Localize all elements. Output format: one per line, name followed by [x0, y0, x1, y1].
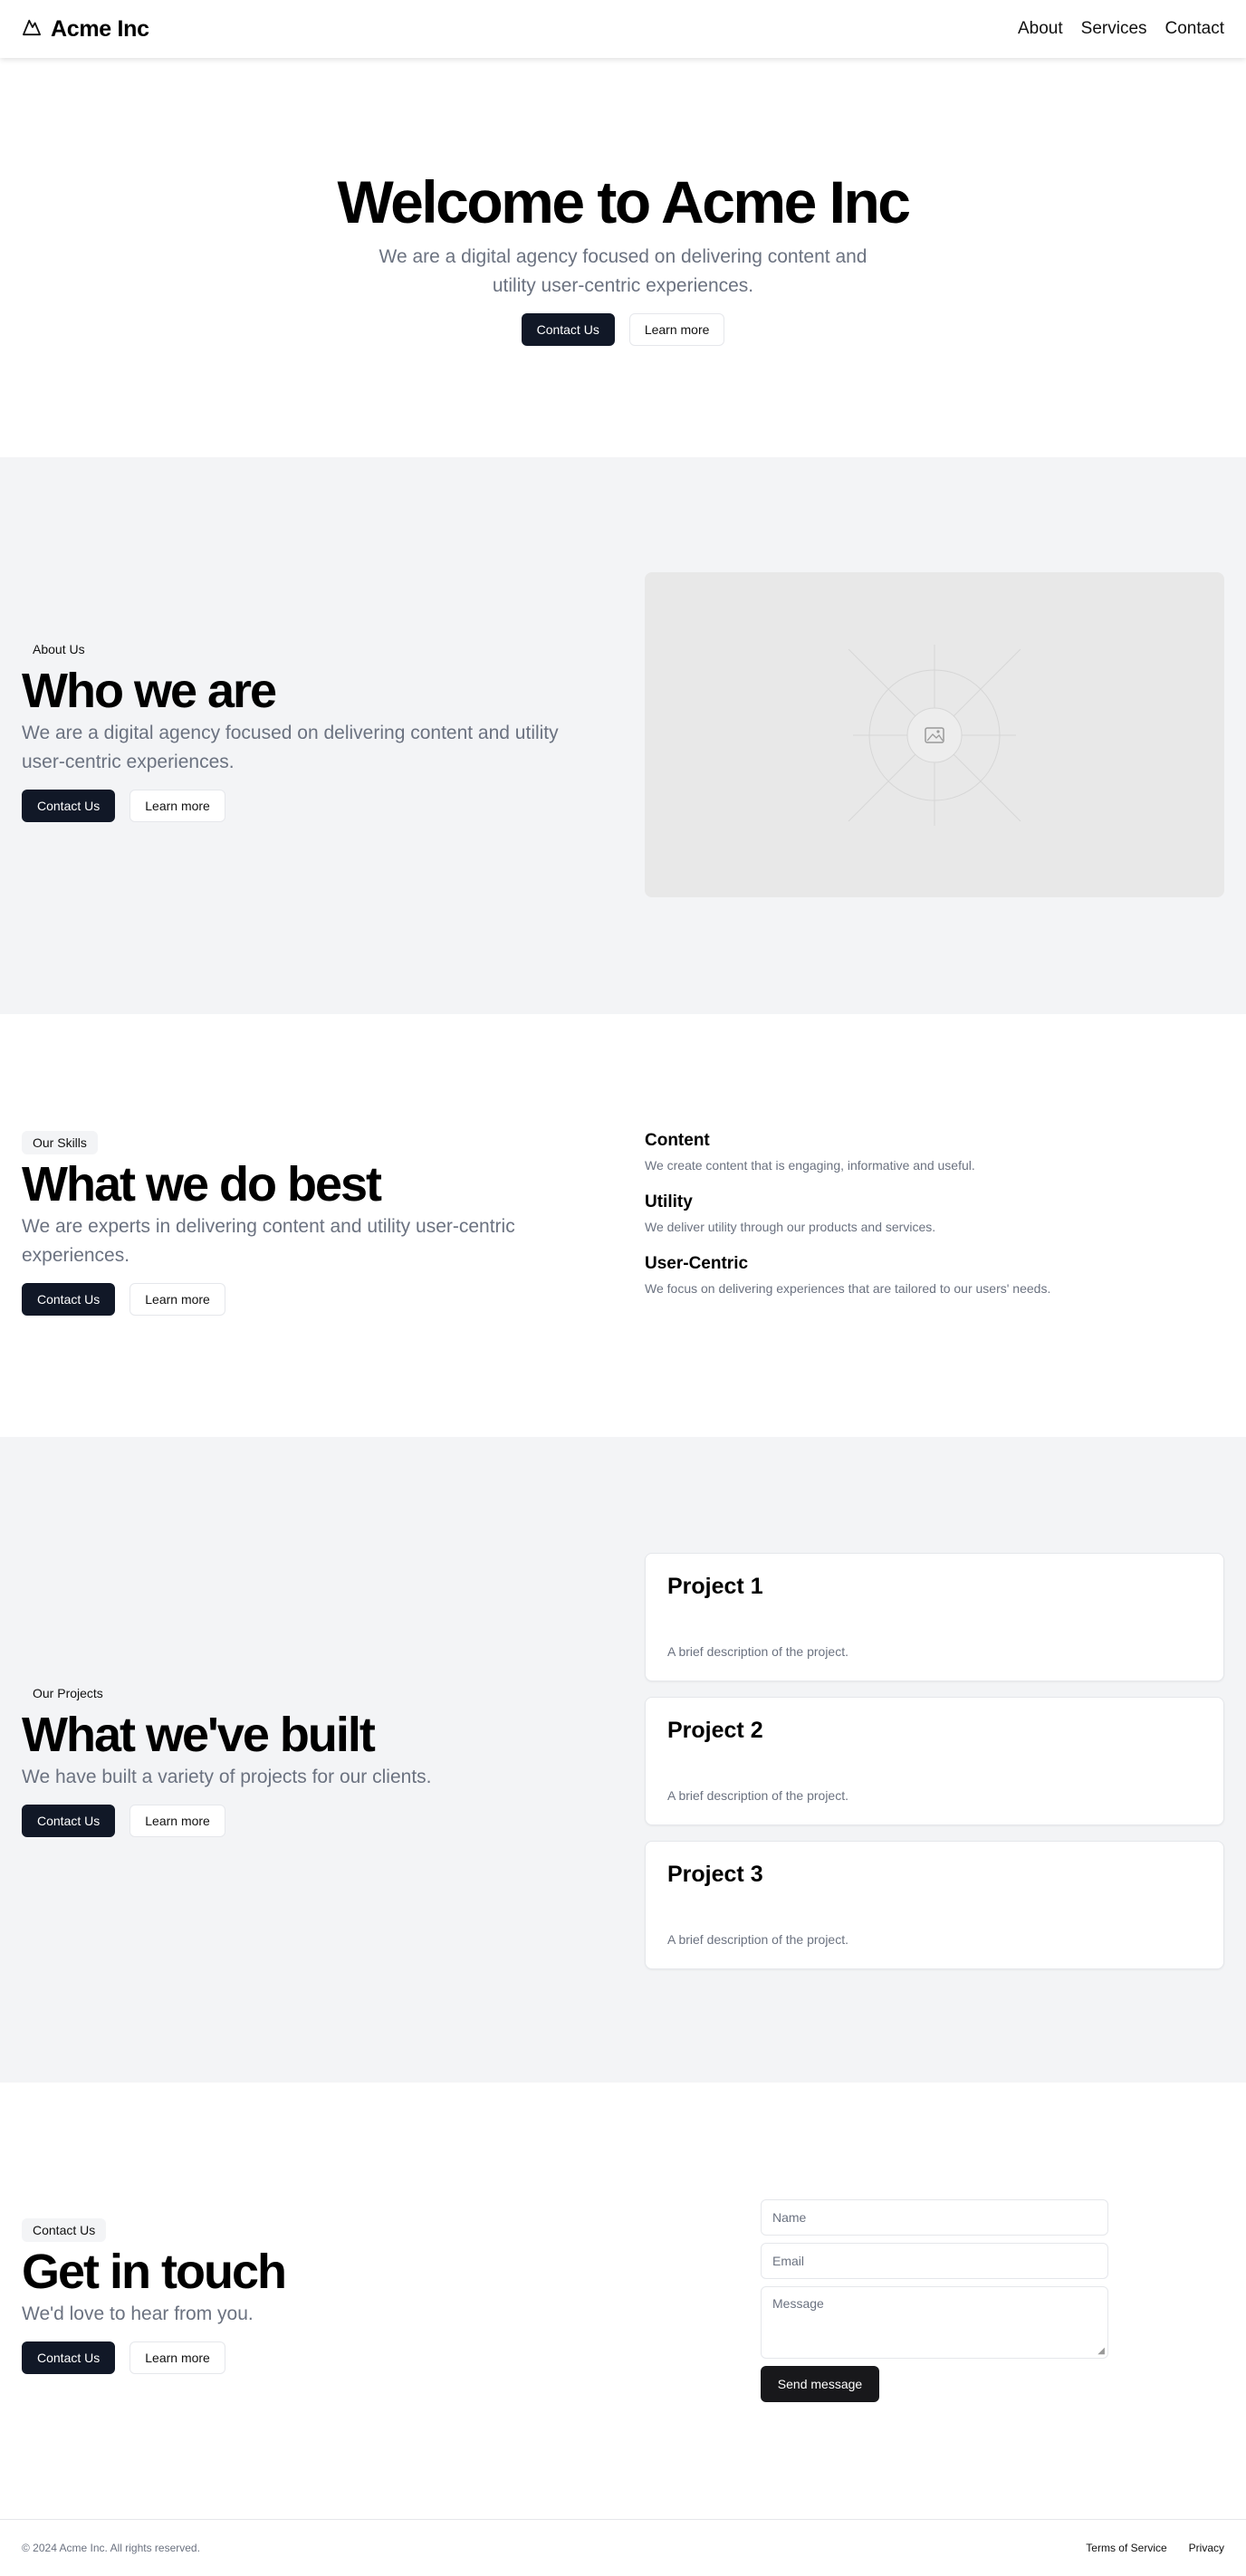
- about-text: We are a digital agency focused on deliv…: [22, 723, 559, 772]
- brand-name: Acme Inc: [51, 15, 149, 42]
- hero-actions: Contact Us Learn more: [521, 312, 725, 346]
- feature-item: User-Centric We focus on delivering expe…: [645, 1254, 1224, 1296]
- feature-text: We focus on delivering experiences that …: [645, 1281, 1051, 1296]
- hero-contact-button[interactable]: Contact Us: [521, 312, 615, 346]
- feature-item: Utility We deliver utility through our p…: [645, 1192, 1224, 1234]
- contact-title: Get in touch: [22, 2245, 287, 2299]
- project-title: Project 2: [667, 1718, 763, 1743]
- about-actions: Contact Us Learn more: [22, 790, 565, 822]
- nav-link-about[interactable]: About: [1018, 19, 1063, 39]
- site-header: Acme Inc About Services Contact: [0, 0, 1246, 58]
- project-description: A brief description of the project.: [667, 1932, 848, 1947]
- about-section: About Us Who we are We are a digital age…: [0, 457, 1246, 1014]
- hero-subtitle: We are a digital agency focused on deliv…: [379, 245, 867, 296]
- contact-badge: Contact Us: [22, 2218, 107, 2242]
- contact-contact-button[interactable]: Contact Us: [22, 2341, 116, 2374]
- skills-feature-list: Content We create content that is engagi…: [645, 1131, 1224, 1316]
- contact-actions: Contact Us Learn more: [22, 2341, 565, 2374]
- feature-item: Content We create content that is engagi…: [645, 1131, 1224, 1173]
- terms-link[interactable]: Terms of Service: [1086, 2542, 1166, 2554]
- project-card[interactable]: Project 2 A brief description of the pro…: [645, 1697, 1224, 1825]
- hero-title: Welcome to Acme Inc: [337, 168, 911, 236]
- skills-learn-more-button[interactable]: Learn more: [129, 1283, 225, 1316]
- contact-form: Name Email Message ◢ Send message: [761, 2199, 1108, 2402]
- privacy-link[interactable]: Privacy: [1189, 2542, 1224, 2554]
- image-placeholder-icon: [848, 645, 1021, 826]
- message-textarea[interactable]: Message ◢: [761, 2286, 1108, 2359]
- hero-section: Welcome to Acme Inc We are a digital age…: [0, 58, 1246, 457]
- about-image-placeholder: [645, 572, 1224, 897]
- feature-text: We deliver utility through our products …: [645, 1220, 936, 1234]
- contact-content: Contact Us Get in touch We'd love to hea…: [22, 2218, 565, 2374]
- project-card[interactable]: Project 3 A brief description of the pro…: [645, 1841, 1224, 1969]
- feature-title: Utility: [645, 1192, 693, 1211]
- project-card[interactable]: Project 1 A brief description of the pro…: [645, 1553, 1224, 1681]
- skills-contact-button[interactable]: Contact Us: [22, 1283, 116, 1316]
- project-card-list: Project 1 A brief description of the pro…: [645, 1553, 1224, 1985]
- resize-grip-icon[interactable]: ◢: [1097, 2346, 1105, 2356]
- hero-learn-more-button[interactable]: Learn more: [628, 312, 725, 346]
- projects-section: Our Projects What we've built We have bu…: [0, 1437, 1246, 2083]
- contact-section: Contact Us Get in touch We'd love to hea…: [0, 2083, 1246, 2519]
- skills-text: We are experts in delivering content and…: [22, 1216, 515, 1266]
- contact-learn-more-button[interactable]: Learn more: [129, 2341, 225, 2374]
- nav-link-contact[interactable]: Contact: [1165, 19, 1224, 39]
- name-input[interactable]: Name: [761, 2199, 1108, 2236]
- about-content: About Us Who we are We are a digital age…: [22, 637, 565, 822]
- message-placeholder: Message: [772, 2296, 824, 2311]
- about-contact-button[interactable]: Contact Us: [22, 790, 116, 822]
- skills-actions: Contact Us Learn more: [22, 1283, 565, 1316]
- send-message-button[interactable]: Send message: [761, 2366, 879, 2402]
- projects-content: Our Projects What we've built We have bu…: [22, 1681, 565, 1837]
- nav-link-services[interactable]: Services: [1081, 19, 1147, 39]
- brand-link[interactable]: Acme Inc: [22, 16, 149, 43]
- about-title: Who we are: [22, 664, 277, 718]
- skills-badge: Our Skills: [22, 1131, 98, 1154]
- projects-title: What we've built: [22, 1708, 376, 1762]
- project-description: A brief description of the project.: [667, 1644, 848, 1659]
- project-title: Project 3: [667, 1862, 763, 1887]
- projects-learn-more-button[interactable]: Learn more: [129, 1805, 225, 1837]
- skills-content: Our Skills What we do best We are expert…: [22, 1131, 565, 1316]
- project-description: A brief description of the project.: [667, 1788, 848, 1803]
- feature-text: We create content that is engaging, info…: [645, 1158, 975, 1173]
- footer-links: Terms of Service Privacy: [1086, 2542, 1224, 2554]
- copyright-text: © 2024 Acme Inc. All rights reserved.: [22, 2542, 200, 2554]
- contact-text: We'd love to hear from you.: [22, 2303, 254, 2324]
- projects-contact-button[interactable]: Contact Us: [22, 1805, 116, 1837]
- feature-title: Content: [645, 1131, 710, 1150]
- project-title: Project 1: [667, 1574, 763, 1599]
- projects-text: We have built a variety of projects for …: [22, 1767, 432, 1787]
- mountain-logo-icon: [22, 18, 42, 41]
- main-nav: About Services Contact: [1018, 19, 1224, 39]
- site-footer: © 2024 Acme Inc. All rights reserved. Te…: [0, 2519, 1246, 2576]
- about-badge: About Us: [22, 637, 96, 661]
- projects-badge: Our Projects: [22, 1681, 114, 1705]
- email-input[interactable]: Email: [761, 2243, 1108, 2279]
- feature-title: User-Centric: [645, 1254, 749, 1273]
- projects-actions: Contact Us Learn more: [22, 1805, 565, 1837]
- skills-section: Our Skills What we do best We are expert…: [0, 1014, 1246, 1437]
- about-learn-more-button[interactable]: Learn more: [129, 790, 225, 822]
- skills-title: What we do best: [22, 1157, 382, 1211]
